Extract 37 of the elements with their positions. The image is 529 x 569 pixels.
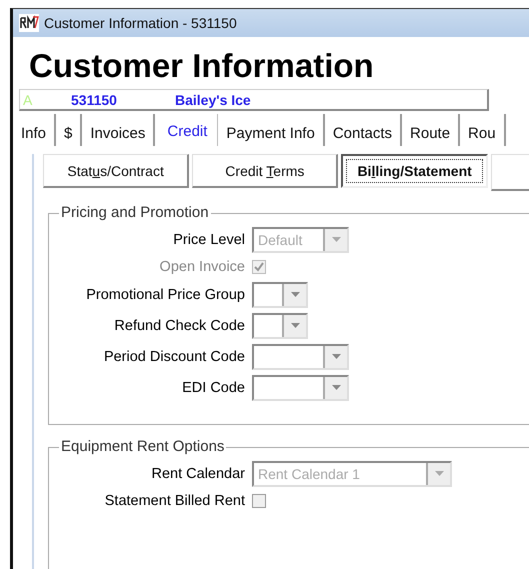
dropdown-arrow-icon: [332, 385, 340, 390]
dropdown[interactable]: [252, 282, 308, 308]
group-title: Equipment Rent Options: [59, 438, 226, 455]
checkbox-label: Open Invoice: [158, 259, 245, 275]
tab[interactable]: Contacts: [324, 114, 402, 146]
tab[interactable]: Info: [13, 114, 56, 146]
dropdown-arrow-icon: [434, 471, 444, 476]
checkbox-label: Statement Billed Rent: [104, 493, 245, 509]
field-label: Period Discount Code: [102, 348, 245, 364]
tab[interactable]: Payment Info: [218, 114, 325, 146]
app-logo-icon: [19, 14, 39, 32]
field-label: EDI Code: [181, 380, 245, 396]
dropdown-arrow-icon: [332, 237, 340, 242]
tab[interactable]: Rou: [460, 114, 506, 146]
field-label: Rent Calendar: [150, 466, 245, 482]
group-title: Pricing and Promotion: [59, 204, 211, 221]
tab[interactable]: Route: [402, 114, 460, 146]
subtab-button[interactable]: [490, 154, 529, 191]
checkbox[interactable]: [252, 494, 266, 508]
dropdown[interactable]: [252, 344, 349, 370]
subtab-button[interactable]: Billing/Statement: [341, 154, 488, 188]
subtab-button[interactable]: Status/Contract: [43, 154, 190, 188]
page-heading: Customer Information: [29, 47, 375, 85]
tab[interactable]: Credit: [155, 114, 218, 146]
field-label: Refund Check Code: [113, 318, 245, 334]
dropdown-arrow-icon: [290, 292, 300, 297]
dropdown[interactable]: [252, 312, 308, 338]
field-label: Price Level: [172, 232, 245, 248]
dropdown[interactable]: [252, 374, 349, 400]
window-title: Customer Information - 531150: [44, 15, 237, 31]
subtab-button[interactable]: Credit Terms: [192, 154, 338, 188]
dropdown-arrow-icon: [332, 354, 340, 359]
dropdown-arrow-icon: [290, 323, 300, 328]
tab[interactable]: $: [56, 114, 82, 146]
field-label: Promotional Price Group: [85, 286, 245, 302]
tab[interactable]: Invoices: [82, 114, 156, 146]
customer-bar: A 531150 Bailey's Ice: [19, 89, 489, 111]
